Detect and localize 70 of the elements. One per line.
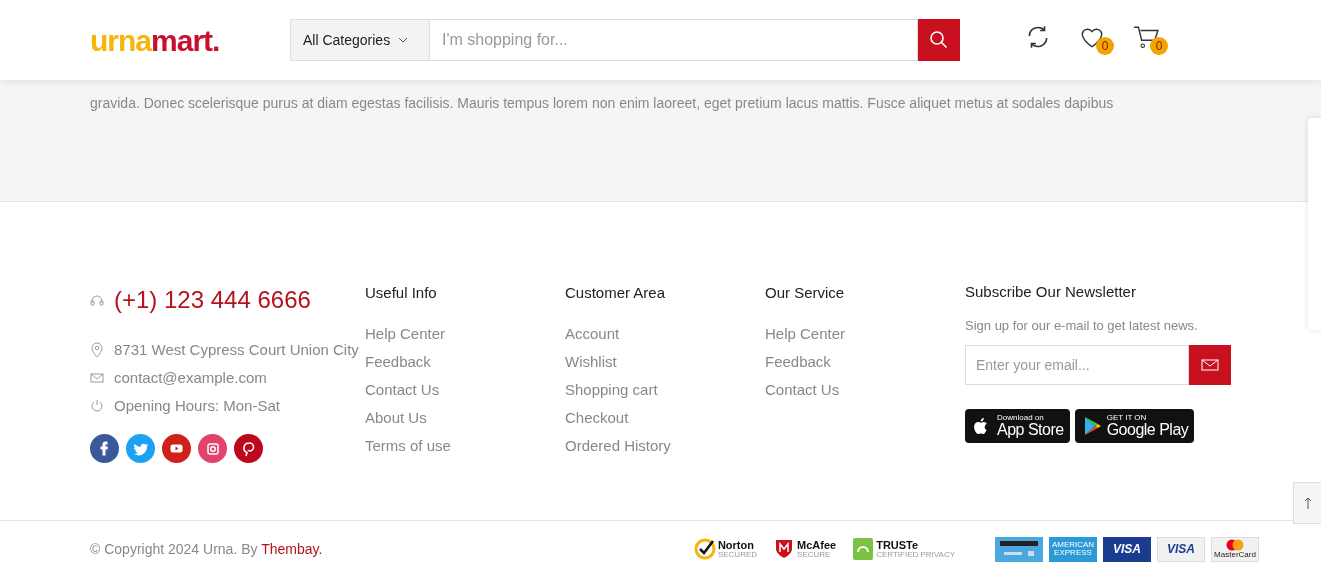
footer-link[interactable]: Contact Us <box>365 378 565 407</box>
logo-text[interactable]: mart. <box>151 17 220 63</box>
f-letter-icon <box>100 441 109 456</box>
paragraph: gravida. Donec scelerisque purus at diam egestas facilisis. Mauris tempus lorem non enim laoreet, eget pretium lacus mattis. Fusce aliquet metus at sodales dapibus <box>90 94 1115 113</box>
search-icon <box>929 30 949 50</box>
badge-title: TRUSTe <box>876 539 920 551</box>
newsletter-heading: Subscribe Our Newsletter <box>965 282 1137 302</box>
play-icon <box>170 444 183 453</box>
footer-link[interactable]: About Us <box>365 406 565 435</box>
social-link[interactable] <box>198 434 227 463</box>
badge-small-text: GET IT ON <box>1106 414 1148 422</box>
footer-link[interactable]: Ordered History <box>565 434 765 463</box>
badge-subtitle: SECURE <box>797 550 832 559</box>
payment-logo: VISA <box>1103 536 1151 562</box>
checkmark-seal-icon <box>693 537 716 561</box>
location-pin-icon <box>90 342 104 358</box>
badge-subtitle: CERTIFIED PRIVACY <box>876 550 955 559</box>
footer-link[interactable]: Shopping cart <box>565 378 765 407</box>
search-button[interactable] <box>918 19 960 61</box>
camera-icon <box>204 440 221 457</box>
copyright-link[interactable]: Thembay. <box>261 540 323 557</box>
arrow-up-icon <box>1304 497 1312 509</box>
badge-title: Norton <box>717 539 755 551</box>
contact-text: 8731 West Cypress Court Union City <box>114 339 359 360</box>
wishlist-button[interactable]: 0 <box>1079 24 1115 56</box>
social-link[interactable] <box>90 434 119 463</box>
email-field[interactable]: Enter your email... <box>965 345 1189 385</box>
card-icon <box>995 536 1043 562</box>
badge-title: McAfee <box>797 539 837 551</box>
contact-text: Opening Hours: Mon-Sat <box>114 395 280 416</box>
social-link[interactable] <box>234 434 263 463</box>
search-field[interactable]: I'm shopping for... <box>430 19 918 61</box>
p-letter-icon <box>240 440 257 457</box>
social-link[interactable] <box>126 434 155 463</box>
footer-link[interactable]: Help Center <box>765 322 965 351</box>
newsletter-text: Sign up for our e-mail to get latest news. <box>965 316 1199 335</box>
footer-link[interactable]: Wishlist <box>565 350 765 379</box>
payment-logo: MasterCard <box>1211 536 1259 562</box>
seal-icon <box>852 537 875 561</box>
category-dropdown[interactable]: All Categories <box>290 19 430 61</box>
footer-link[interactable]: Terms of use <box>365 434 565 463</box>
column-heading: Useful Info <box>365 283 438 303</box>
badge-small-text: Download on <box>997 414 1045 422</box>
count-badge: 0 <box>1150 37 1168 55</box>
social-link[interactable] <box>162 434 191 463</box>
footer-link[interactable]: Feedback <box>765 350 965 379</box>
envelope-icon <box>90 370 104 386</box>
count-badge: 0 <box>1096 37 1114 55</box>
footer-link[interactable]: Help Center <box>365 322 565 351</box>
phone-number: (+1) 123 444 6666 <box>114 285 311 315</box>
column-heading: Customer Area <box>565 283 667 303</box>
badge-subtitle: SECURED <box>717 550 758 559</box>
badge-large-text: App Store <box>997 422 1064 438</box>
column-heading: Our Service <box>765 283 846 303</box>
headset-icon <box>90 294 104 306</box>
envelope-icon <box>1201 359 1219 371</box>
payment-logo: VISA <box>1157 536 1205 562</box>
badge-large-text: Google Play <box>1106 422 1189 438</box>
google-store-badge[interactable]: GET IT ON Google Play <box>1074 409 1195 443</box>
power-icon <box>90 398 104 414</box>
payment-logo: AMERICAN EXPRESS <box>1049 536 1097 562</box>
footer-link[interactable]: Account <box>565 322 765 351</box>
footer-link[interactable]: Feedback <box>365 350 565 379</box>
apple-store-badge[interactable]: Download on App Store <box>965 409 1070 443</box>
copyright-text: © Copyright 2024 Urna. By Thembay. <box>90 539 323 559</box>
chevron-down-icon <box>398 37 409 43</box>
footer-link[interactable]: Contact Us <box>765 378 965 407</box>
cart-button[interactable]: 0 <box>1133 24 1169 56</box>
contact-text: contact@example.com <box>114 367 267 388</box>
footer-link[interactable]: Checkout <box>565 406 765 435</box>
